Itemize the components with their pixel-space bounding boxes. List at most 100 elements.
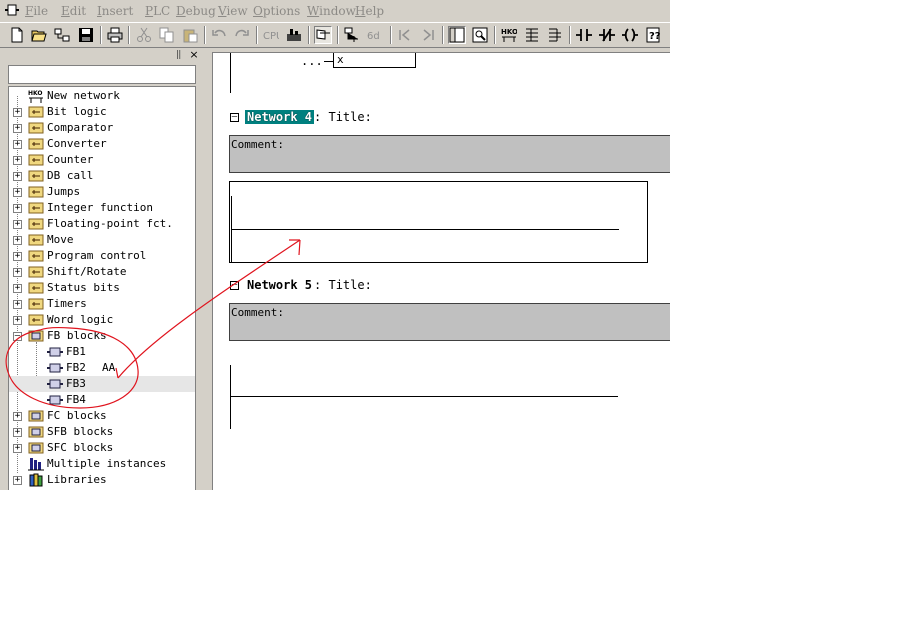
expand-icon[interactable]: +	[13, 124, 22, 133]
network-5-comment[interactable]: Comment:	[229, 303, 670, 341]
menu-options[interactable]: Options	[253, 4, 300, 18]
tree-item-jumps[interactable]: + Jumps	[9, 184, 195, 200]
expand-icon[interactable]: +	[13, 236, 22, 245]
expand-icon[interactable]: +	[13, 156, 22, 165]
expand-icon[interactable]: +	[13, 220, 22, 229]
word-logic-icon	[28, 314, 44, 326]
empty-box-icon[interactable]: ??	[644, 26, 662, 44]
paste-icon[interactable]	[181, 26, 199, 44]
application-window: File Edit Insert PLC Debug View Options …	[0, 0, 670, 490]
tree-item-counter[interactable]: + Counter	[9, 152, 195, 168]
tree-item-word-logic[interactable]: + Word logic	[9, 312, 195, 328]
network-4-name[interactable]: Network 4	[245, 110, 315, 124]
expand-icon[interactable]: +	[13, 140, 22, 149]
new-network-icon[interactable]: HKO	[500, 26, 518, 44]
menu-file[interactable]: File	[25, 4, 48, 18]
redo-icon[interactable]	[233, 26, 251, 44]
overview-icon[interactable]	[448, 26, 466, 44]
collapse-icon[interactable]: –	[230, 280, 239, 290]
download-icon[interactable]: CPU	[262, 26, 280, 44]
copy-icon[interactable]	[158, 26, 176, 44]
tree-item-program-control[interactable]: + Program control	[9, 248, 195, 264]
tree-item-sfb-blocks[interactable]: + SFB blocks	[9, 424, 195, 440]
jumps-icon	[28, 186, 44, 198]
network-5-name[interactable]: Network 5	[245, 278, 314, 292]
expand-icon[interactable]: +	[13, 284, 22, 293]
expand-icon[interactable]: +	[13, 204, 22, 213]
tree-item-new-network[interactable]: HKO New network	[9, 88, 195, 104]
expand-icon[interactable]: +	[13, 172, 22, 181]
print-icon[interactable]	[106, 26, 124, 44]
cut-icon[interactable]	[135, 26, 153, 44]
expand-icon[interactable]: +	[13, 268, 22, 277]
menu-edit[interactable]: Edit	[61, 4, 86, 18]
tree-item-status-bits[interactable]: + Status bits	[9, 280, 195, 296]
expand-icon[interactable]: +	[13, 316, 22, 325]
next-network-icon[interactable]	[419, 26, 437, 44]
operand-box[interactable]: x	[333, 53, 416, 68]
tree-item-move[interactable]: + Move	[9, 232, 195, 248]
network-5-header[interactable]: – Network 5 : Title:	[230, 278, 372, 292]
element-search-field[interactable]	[8, 65, 196, 84]
open-icon[interactable]	[30, 26, 48, 44]
close-branch-icon[interactable]	[546, 26, 564, 44]
menu-view[interactable]: View	[218, 4, 248, 18]
open-branch-icon[interactable]	[523, 26, 541, 44]
expand-icon[interactable]: +	[13, 476, 22, 485]
previous-network-icon[interactable]	[396, 26, 414, 44]
status-bits-icon	[28, 282, 44, 294]
menu-insert[interactable]: Insert	[97, 4, 133, 18]
tree-item-integer-function[interactable]: + Integer function	[9, 200, 195, 216]
pane-splitter[interactable]	[200, 48, 212, 490]
normally-open-contact-icon[interactable]	[575, 26, 593, 44]
tree-item-converter[interactable]: + Converter	[9, 136, 195, 152]
expand-icon[interactable]: +	[13, 428, 22, 437]
normally-closed-contact-icon[interactable]	[598, 26, 616, 44]
expand-icon[interactable]: +	[13, 252, 22, 261]
close-icon[interactable]: ×	[188, 49, 200, 61]
tree-item-floating-point-fct[interactable]: + Floating-point fct.	[9, 216, 195, 232]
tree-item-fb-blocks[interactable]: – FB blocks	[9, 328, 195, 344]
menu-plc[interactable]: PLC	[145, 4, 170, 18]
network-4-title-label[interactable]: : Title:	[314, 110, 372, 124]
collapse-icon[interactable]: –	[230, 112, 239, 122]
network-4-header[interactable]: – Network 4 : Title:	[230, 110, 372, 124]
collapse-icon[interactable]: –	[13, 332, 22, 341]
branch-icon[interactable]: 6d	[366, 26, 384, 44]
tree-item-fb3[interactable]: FB3	[9, 376, 195, 392]
tree-item-timers[interactable]: + Timers	[9, 296, 195, 312]
tree-item-shift-rotate[interactable]: + Shift/Rotate	[9, 264, 195, 280]
zoom-icon[interactable]	[471, 26, 489, 44]
network-icon[interactable]	[343, 26, 361, 44]
tree-item-fc-blocks[interactable]: + FC blocks	[9, 408, 195, 424]
coil-icon[interactable]	[621, 26, 639, 44]
menu-window[interactable]: Window	[307, 4, 356, 18]
tree-item-fb2[interactable]: FB2 AA	[9, 360, 195, 376]
tree-item-db-call[interactable]: + DB call	[9, 168, 195, 184]
tree-item-fb1[interactable]: FB1	[9, 344, 195, 360]
menu-help[interactable]: Help	[355, 4, 384, 18]
tree-item-comparator[interactable]: + Comparator	[9, 120, 195, 136]
menu-debug[interactable]: Debug	[176, 4, 216, 18]
expand-icon[interactable]: +	[13, 444, 22, 453]
program-elements-icon[interactable]	[314, 26, 332, 44]
tree-item-bit-logic[interactable]: + Bit logic	[9, 104, 195, 120]
pane-grip-icon[interactable]: ‖	[176, 49, 186, 61]
new-icon[interactable]	[8, 26, 26, 44]
tree-item-sfc-blocks[interactable]: + SFC blocks	[9, 440, 195, 456]
ladder-editor[interactable]: ... x – Network 4 : Title: Comment: – Ne…	[212, 52, 670, 490]
network-5-title-label[interactable]: : Title:	[314, 278, 372, 292]
save-icon[interactable]	[77, 26, 95, 44]
tree-item-libraries[interactable]: + Libraries	[9, 472, 195, 488]
tree-item-multiple-instances[interactable]: Multiple instances	[9, 456, 195, 472]
accessible-nodes-icon[interactable]	[53, 26, 71, 44]
network-4-comment[interactable]: Comment:	[229, 135, 670, 173]
tree-item-fb4[interactable]: FB4	[9, 392, 195, 408]
network-4-rung-area[interactable]	[229, 181, 648, 263]
expand-icon[interactable]: +	[13, 188, 22, 197]
undo-icon[interactable]	[210, 26, 228, 44]
expand-icon[interactable]: +	[13, 300, 22, 309]
expand-icon[interactable]: +	[13, 108, 22, 117]
monitor-icon[interactable]	[285, 26, 303, 44]
expand-icon[interactable]: +	[13, 412, 22, 421]
